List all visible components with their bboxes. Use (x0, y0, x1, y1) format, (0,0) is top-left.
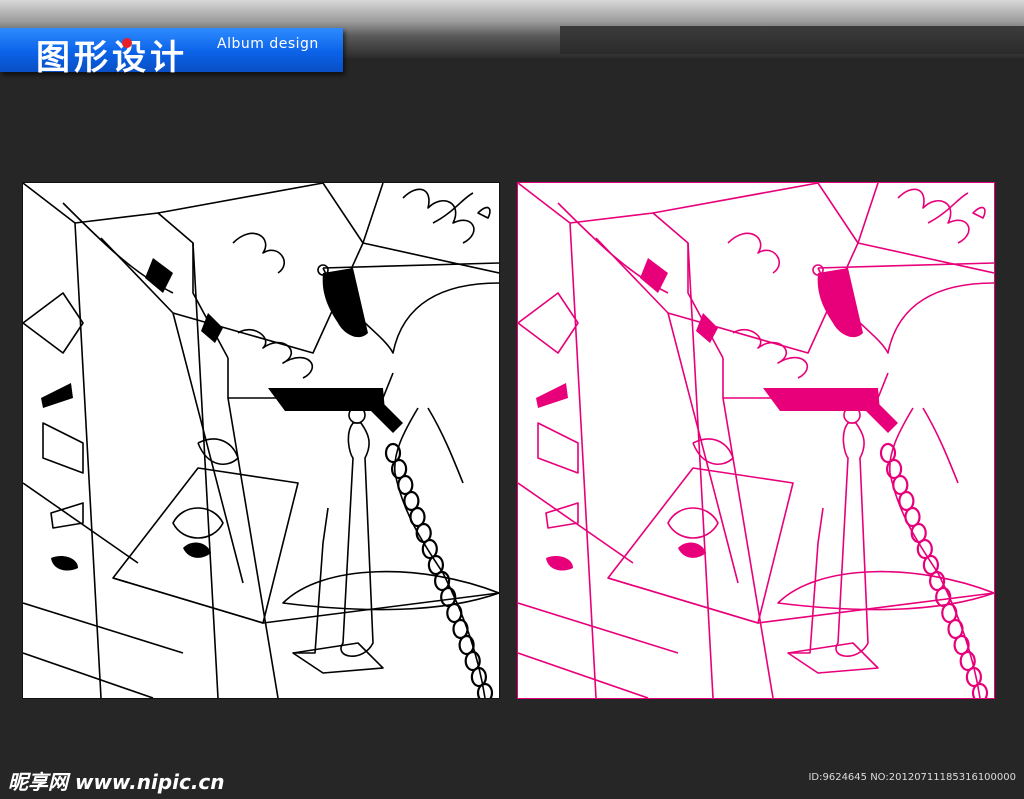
line-art-stroke-6 (817, 183, 994, 274)
line-art-black (23, 183, 499, 698)
line-art-stroke-20 (393, 407, 486, 698)
line-art-fill-0 (322, 268, 368, 338)
artwork-panel-pink (517, 182, 995, 699)
page-title: 图形设计 (36, 38, 188, 78)
page-subtitle: Album design (217, 36, 319, 52)
title-dot-icon (122, 38, 132, 48)
image-id-text: ID:9624645 NO:20120711185316100000 (808, 772, 1016, 783)
line-art-stroke-12 (518, 602, 679, 654)
line-art-stroke-25 (667, 507, 719, 539)
top-bar-sheen (560, 26, 1024, 54)
line-art-stroke-28 (232, 232, 285, 274)
line-art-stroke-8 (722, 397, 774, 698)
line-art-fill-7 (365, 393, 403, 433)
line-art-fill-5 (546, 556, 573, 571)
line-art-stroke-31 (927, 192, 969, 224)
line-art-stroke-16 (340, 422, 374, 657)
line-art-stroke-21 (922, 407, 959, 484)
site-logo: 昵享网 www.nipic.cn (8, 770, 225, 794)
line-art-stroke-2 (157, 183, 324, 214)
line-art-fill-3 (696, 313, 718, 343)
line-art-stroke-23 (537, 422, 579, 474)
line-art-stroke-30 (897, 188, 970, 244)
line-art-stroke-4 (595, 237, 739, 584)
line-art-stroke-9 (112, 467, 299, 624)
line-art-stroke-0 (23, 183, 102, 698)
line-art-stroke-21 (427, 407, 464, 484)
line-art-fill-1 (763, 388, 880, 411)
line-art-fill-4 (41, 383, 73, 408)
line-art-fill-7 (860, 393, 898, 433)
line-art-stroke-22 (23, 292, 84, 354)
line-art-fill-4 (536, 383, 568, 408)
line-art-stroke-22 (518, 292, 579, 354)
line-art-stroke-13 (23, 652, 154, 698)
artwork-panel-black (22, 182, 500, 699)
line-art-stroke-32 (972, 206, 986, 219)
line-art-stroke-29 (732, 328, 809, 379)
line-art-pink (518, 183, 994, 698)
line-art-stroke-4 (100, 237, 244, 584)
line-art-stroke-0 (518, 183, 597, 698)
line-art-fill-3 (201, 313, 223, 343)
line-art-stroke-16 (835, 422, 869, 657)
line-art-stroke-23 (42, 422, 84, 474)
line-art-fill-1 (268, 388, 385, 411)
line-art-stroke-28 (727, 232, 780, 274)
line-art-stroke-30 (402, 188, 475, 244)
line-art-stroke-32 (477, 206, 491, 219)
line-art-stroke-25 (172, 507, 224, 539)
line-art-stroke-29 (237, 328, 314, 379)
line-art-stroke-20 (888, 407, 981, 698)
line-art-fill-6 (183, 542, 211, 558)
line-art-stroke-2 (652, 183, 819, 214)
line-art-stroke-12 (23, 602, 184, 654)
line-art-stroke-31 (432, 192, 474, 224)
line-art-stroke-14 (777, 570, 994, 611)
line-art-stroke-13 (518, 652, 649, 698)
line-art-stroke-6 (322, 183, 499, 274)
line-art-fill-5 (51, 556, 78, 571)
line-art-fill-6 (678, 542, 706, 558)
line-art-fill-0 (817, 268, 863, 338)
line-art-stroke-9 (607, 467, 794, 624)
line-art-stroke-8 (227, 397, 279, 698)
line-art-stroke-14 (282, 570, 499, 611)
